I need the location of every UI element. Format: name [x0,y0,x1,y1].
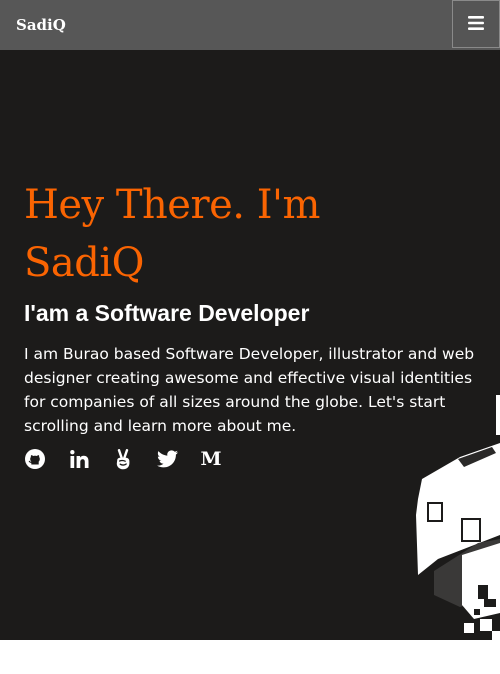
github-icon [25,449,45,469]
linkedin-link[interactable] [68,448,90,470]
hamburger-menu-icon [468,15,484,34]
twitter-link[interactable] [156,448,178,470]
navbar: SadiQ [0,0,500,50]
social-links: M [24,448,244,470]
github-link[interactable] [24,448,46,470]
angellist-icon [115,448,131,470]
headline-line-2: SadiQ [24,240,144,286]
angellist-link[interactable] [112,448,134,470]
hero-headline: Hey There. I'm SadiQ [24,176,384,292]
menu-toggle-button[interactable] [452,0,500,48]
linkedin-icon [69,450,89,468]
medium-icon: M [200,448,222,470]
brand-logo[interactable]: SadiQ [16,14,66,36]
hero-section: Hey There. I'm SadiQ I'am a Software Dev… [0,50,500,640]
pixel-illustration [400,395,500,640]
hero-subheadline: I'am a Software Developer [24,300,310,326]
medium-link[interactable]: M [200,448,222,470]
headline-line-1: Hey There. I'm [24,182,320,228]
twitter-icon [156,450,178,468]
